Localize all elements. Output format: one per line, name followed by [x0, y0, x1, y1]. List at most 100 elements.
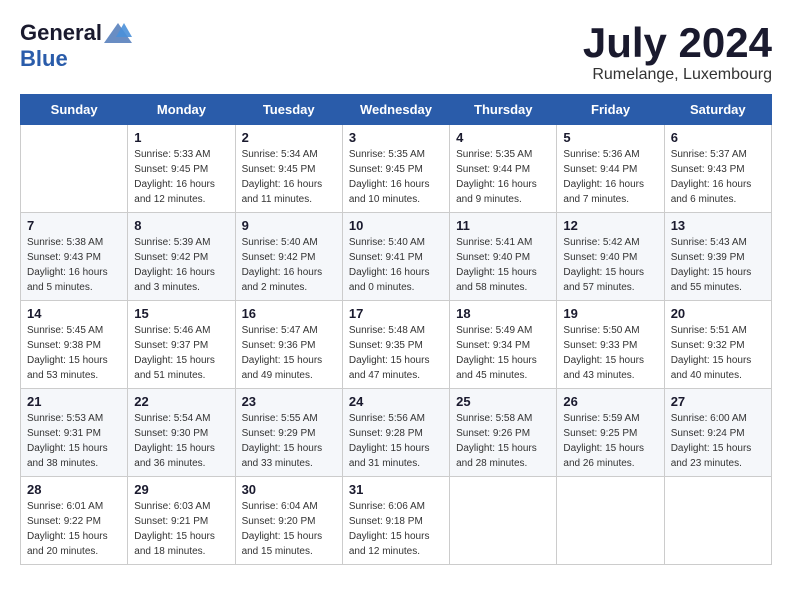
- day-info: Sunrise: 5:59 AM Sunset: 9:25 PM Dayligh…: [563, 411, 657, 471]
- day-number: 10: [349, 218, 443, 233]
- day-info: Sunrise: 5:39 AM Sunset: 9:42 PM Dayligh…: [134, 235, 228, 295]
- calendar-cell: 12 Sunrise: 5:42 AM Sunset: 9:40 PM Dayli…: [557, 213, 664, 301]
- page-header: General Blue July 2024 Rumelange, Luxemb…: [20, 20, 772, 84]
- calendar-cell: 31Sunrise: 6:06 AM Sunset: 9:18 PM Dayli…: [342, 477, 449, 565]
- calendar-cell: 28Sunrise: 6:01 AM Sunset: 9:22 PM Dayli…: [21, 477, 128, 565]
- day-number: 7: [27, 218, 121, 233]
- calendar-cell: 15 Sunrise: 5:46 AM Sunset: 9:37 PM Dayli…: [128, 301, 235, 389]
- calendar-cell: 9 Sunrise: 5:40 AM Sunset: 9:42 PM Daylig…: [235, 213, 342, 301]
- day-info: Sunrise: 5:45 AM Sunset: 9:38 PM Dayligh…: [27, 323, 121, 383]
- day-number: 27: [671, 394, 765, 409]
- day-number: 23: [242, 394, 336, 409]
- calendar-cell: 5 Sunrise: 5:36 AM Sunset: 9:44 PM Daylig…: [557, 125, 664, 213]
- calendar-cell: 6Sunrise: 5:37 AM Sunset: 9:43 PM Daylig…: [664, 125, 771, 213]
- weekday-header-thursday: Thursday: [450, 95, 557, 125]
- day-info: Sunrise: 5:54 AM Sunset: 9:30 PM Dayligh…: [134, 411, 228, 471]
- day-info: Sunrise: 5:34 AM Sunset: 9:45 PM Dayligh…: [242, 147, 336, 207]
- calendar-cell: 24 Sunrise: 5:56 AM Sunset: 9:28 PM Dayli…: [342, 389, 449, 477]
- day-number: 22: [134, 394, 228, 409]
- weekday-header-monday: Monday: [128, 95, 235, 125]
- day-number: 3: [349, 130, 443, 145]
- calendar-cell: [450, 477, 557, 565]
- calendar-cell: 19Sunrise: 5:50 AM Sunset: 9:33 PM Dayli…: [557, 301, 664, 389]
- day-number: 12: [563, 218, 657, 233]
- calendar-cell: 17 Sunrise: 5:48 AM Sunset: 9:35 PM Dayli…: [342, 301, 449, 389]
- calendar-header-row: SundayMondayTuesdayWednesdayThursdayFrid…: [21, 95, 772, 125]
- day-number: 2: [242, 130, 336, 145]
- calendar-cell: 18 Sunrise: 5:49 AM Sunset: 9:34 PM Dayli…: [450, 301, 557, 389]
- calendar-cell: 20 Sunrise: 5:51 AM Sunset: 9:32 PM Dayli…: [664, 301, 771, 389]
- calendar-cell: 16 Sunrise: 5:47 AM Sunset: 9:36 PM Dayli…: [235, 301, 342, 389]
- day-number: 8: [134, 218, 228, 233]
- day-number: 6: [671, 130, 765, 145]
- calendar-cell: [21, 125, 128, 213]
- calendar-cell: 27 Sunrise: 6:00 AM Sunset: 9:24 PM Dayli…: [664, 389, 771, 477]
- day-info: Sunrise: 5:40 AM Sunset: 9:42 PM Dayligh…: [242, 235, 336, 295]
- calendar-cell: 13 Sunrise: 5:43 AM Sunset: 9:39 PM Dayli…: [664, 213, 771, 301]
- day-info: Sunrise: 5:49 AM Sunset: 9:34 PM Dayligh…: [456, 323, 550, 383]
- calendar-table: SundayMondayTuesdayWednesdayThursdayFrid…: [20, 94, 772, 565]
- calendar-cell: [557, 477, 664, 565]
- day-number: 13: [671, 218, 765, 233]
- day-info: Sunrise: 5:51 AM Sunset: 9:32 PM Dayligh…: [671, 323, 765, 383]
- day-info: Sunrise: 5:33 AM Sunset: 9:45 PM Dayligh…: [134, 147, 228, 207]
- day-number: 19: [563, 306, 657, 321]
- day-number: 24: [349, 394, 443, 409]
- day-info: Sunrise: 5:35 AM Sunset: 9:44 PM Dayligh…: [456, 147, 550, 207]
- day-number: 21: [27, 394, 121, 409]
- calendar-cell: 10 Sunrise: 5:40 AM Sunset: 9:41 PM Dayli…: [342, 213, 449, 301]
- day-number: 4: [456, 130, 550, 145]
- calendar-week-row: 21 Sunrise: 5:53 AM Sunset: 9:31 PM Dayli…: [21, 389, 772, 477]
- day-info: Sunrise: 5:46 AM Sunset: 9:37 PM Dayligh…: [134, 323, 228, 383]
- calendar-cell: 29Sunrise: 6:03 AM Sunset: 9:21 PM Dayli…: [128, 477, 235, 565]
- calendar-cell: 7 Sunrise: 5:38 AM Sunset: 9:43 PM Daylig…: [21, 213, 128, 301]
- day-number: 1: [134, 130, 228, 145]
- calendar-cell: 3Sunrise: 5:35 AM Sunset: 9:45 PM Daylig…: [342, 125, 449, 213]
- calendar-cell: 21 Sunrise: 5:53 AM Sunset: 9:31 PM Dayli…: [21, 389, 128, 477]
- calendar-cell: 26 Sunrise: 5:59 AM Sunset: 9:25 PM Dayli…: [557, 389, 664, 477]
- day-info: Sunrise: 5:41 AM Sunset: 9:40 PM Dayligh…: [456, 235, 550, 295]
- day-number: 5: [563, 130, 657, 145]
- calendar-cell: 4 Sunrise: 5:35 AM Sunset: 9:44 PM Daylig…: [450, 125, 557, 213]
- day-number: 17: [349, 306, 443, 321]
- day-info: Sunrise: 5:48 AM Sunset: 9:35 PM Dayligh…: [349, 323, 443, 383]
- calendar-cell: 2 Sunrise: 5:34 AM Sunset: 9:45 PM Daylig…: [235, 125, 342, 213]
- day-info: Sunrise: 6:01 AM Sunset: 9:22 PM Dayligh…: [27, 499, 121, 559]
- day-info: Sunrise: 5:53 AM Sunset: 9:31 PM Dayligh…: [27, 411, 121, 471]
- weekday-header-wednesday: Wednesday: [342, 95, 449, 125]
- day-info: Sunrise: 6:00 AM Sunset: 9:24 PM Dayligh…: [671, 411, 765, 471]
- calendar-week-row: 7 Sunrise: 5:38 AM Sunset: 9:43 PM Daylig…: [21, 213, 772, 301]
- calendar-cell: 1 Sunrise: 5:33 AM Sunset: 9:45 PM Daylig…: [128, 125, 235, 213]
- calendar-cell: 23 Sunrise: 5:55 AM Sunset: 9:29 PM Dayli…: [235, 389, 342, 477]
- day-info: Sunrise: 5:38 AM Sunset: 9:43 PM Dayligh…: [27, 235, 121, 295]
- day-info: Sunrise: 5:47 AM Sunset: 9:36 PM Dayligh…: [242, 323, 336, 383]
- day-info: Sunrise: 5:40 AM Sunset: 9:41 PM Dayligh…: [349, 235, 443, 295]
- calendar-cell: 14 Sunrise: 5:45 AM Sunset: 9:38 PM Dayli…: [21, 301, 128, 389]
- day-info: Sunrise: 5:42 AM Sunset: 9:40 PM Dayligh…: [563, 235, 657, 295]
- day-number: 18: [456, 306, 550, 321]
- day-number: 14: [27, 306, 121, 321]
- day-info: Sunrise: 6:06 AM Sunset: 9:18 PM Dayligh…: [349, 499, 443, 559]
- day-info: Sunrise: 5:55 AM Sunset: 9:29 PM Dayligh…: [242, 411, 336, 471]
- day-number: 20: [671, 306, 765, 321]
- calendar-week-row: 14 Sunrise: 5:45 AM Sunset: 9:38 PM Dayli…: [21, 301, 772, 389]
- weekday-header-saturday: Saturday: [664, 95, 771, 125]
- logo-general-text: General: [20, 20, 102, 46]
- day-info: Sunrise: 5:36 AM Sunset: 9:44 PM Dayligh…: [563, 147, 657, 207]
- day-number: 9: [242, 218, 336, 233]
- day-number: 11: [456, 218, 550, 233]
- weekday-header-sunday: Sunday: [21, 95, 128, 125]
- day-number: 26: [563, 394, 657, 409]
- month-title: July 2024: [583, 20, 772, 66]
- day-info: Sunrise: 5:43 AM Sunset: 9:39 PM Dayligh…: [671, 235, 765, 295]
- calendar-week-row: 1 Sunrise: 5:33 AM Sunset: 9:45 PM Daylig…: [21, 125, 772, 213]
- day-number: 25: [456, 394, 550, 409]
- calendar-week-row: 28Sunrise: 6:01 AM Sunset: 9:22 PM Dayli…: [21, 477, 772, 565]
- location-subtitle: Rumelange, Luxembourg: [583, 66, 772, 84]
- calendar-cell: 25Sunrise: 5:58 AM Sunset: 9:26 PM Dayli…: [450, 389, 557, 477]
- weekday-header-friday: Friday: [557, 95, 664, 125]
- day-info: Sunrise: 5:56 AM Sunset: 9:28 PM Dayligh…: [349, 411, 443, 471]
- calendar-cell: 11 Sunrise: 5:41 AM Sunset: 9:40 PM Dayli…: [450, 213, 557, 301]
- day-number: 16: [242, 306, 336, 321]
- day-number: 15: [134, 306, 228, 321]
